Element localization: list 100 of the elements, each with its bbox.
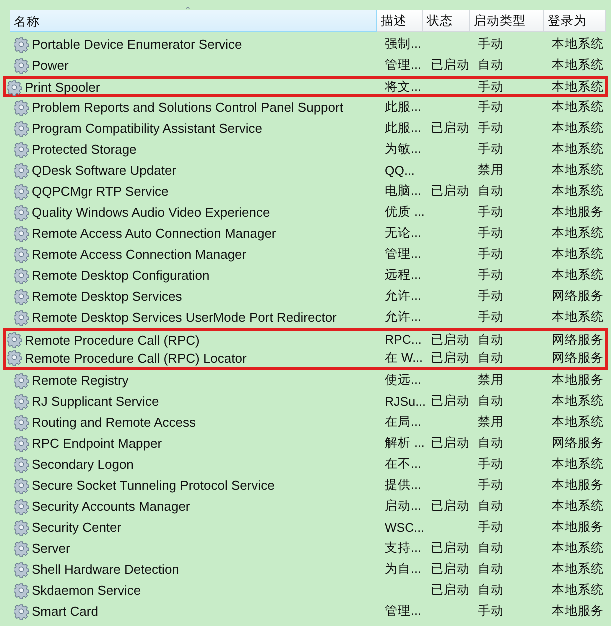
service-row[interactable]: Quality Windows Audio Video Experience 优质 ... 手动 本地服务 [10,202,611,223]
service-name: Remote Access Connection Manager [32,247,247,262]
service-row[interactable]: Power 管理... 已启动 自动 本地系统 [10,55,611,76]
logon-account: 网络服务 [552,289,604,303]
logon-account: 本地系统 [552,583,604,597]
service-row[interactable]: Server 支持... 已启动 自动 本地系统 [10,538,611,559]
gear-icon [14,268,30,284]
logon-account: 本地系统 [552,394,604,408]
service-status: 已启动 [431,583,470,597]
column-header[interactable]: 启动类型 [470,10,544,32]
startup-type: 手动 [478,121,504,135]
logon-account: 本地系统 [552,247,604,261]
startup-type: 自动 [478,184,504,198]
logon-account: 本地服务 [552,205,604,219]
service-row[interactable]: Remote Desktop Services UserMode Port Redirector 允许... 手动 本地系统 [10,307,611,328]
service-name: Remote Procedure Call (RPC) Locator [25,350,247,366]
startup-type: 手动 [478,457,504,471]
service-row[interactable]: QDesk Software Updater QQ... 禁用 本地系统 [10,160,611,181]
service-row[interactable]: RJ Supplicant Service RJSu... 已启动 自动 本地系统 [10,391,611,412]
service-name: Program Compatibility Assistant Service [32,121,262,136]
service-row[interactable]: QQPCMgr RTP Service 电脑... 已启动 自动 本地系统 [10,181,611,202]
service-name: Power [32,58,69,73]
gear-icon [14,142,30,158]
service-row[interactable]: Portable Device Enumerator Service 强制... 手动 本地系统 [10,34,611,55]
service-name: Smart Card [32,604,98,619]
service-name: Protected Storage [32,142,137,157]
column-header[interactable]: 状态 [423,10,470,32]
logon-account: 本地系统 [552,184,604,198]
column-header[interactable]: 登录为 [544,10,606,32]
gear-icon [14,436,30,452]
service-row[interactable]: Security Accounts Manager 启动... 已启动 自动 本地系统 [10,496,611,517]
service-name: QDesk Software Updater [32,163,177,178]
gear-icon [14,226,30,242]
gear-icon [14,120,30,136]
logon-account: 本地服务 [552,604,604,618]
logon-account: 网络服务 [552,332,604,346]
startup-type: 手动 [478,80,504,94]
service-row[interactable]: Remote Desktop Services 允许... 手动 网络服务 [10,286,611,307]
highlighted-row[interactable]: Print Spooler 将文... 手动 本地系统 [3,76,608,97]
logon-account: 本地系统 [552,415,604,429]
logon-account: 本地系统 [552,310,604,324]
gear-icon [14,246,30,262]
startup-type: 自动 [478,499,504,513]
service-row[interactable]: Protected Storage 为敏... 手动 本地系统 [10,139,611,160]
gear-icon [14,582,30,598]
service-description: WSC... [385,520,425,534]
startup-type: 自动 [478,350,504,364]
service-status: 已启动 [431,541,470,555]
service-description: 允许... [385,289,422,303]
service-description: 支持... [385,541,422,555]
gear-icon [14,540,30,556]
service-status: 已启动 [431,436,470,450]
service-row[interactable]: Remote Registry 使远... 禁用 本地服务 [10,370,611,391]
logon-account: 网络服务 [552,436,604,450]
gear-icon [7,80,23,96]
service-name: Remote Registry [32,373,129,388]
service-row[interactable]: Security Center WSC... 手动 本地服务 [10,517,611,538]
service-row[interactable]: Program Compatibility Assistant Service 此服... 已启动 手动 本地系统 [10,118,611,139]
startup-type: 手动 [478,604,504,618]
service-name: Remote Desktop Services UserMode Port Redirector [32,310,337,325]
logon-account: 网络服务 [552,350,604,364]
service-row[interactable]: Remote Desktop Configuration 远程... 手动 本地系统 [10,265,611,286]
gear-icon [14,456,30,472]
service-row[interactable]: Smart Card 管理... 手动 本地服务 [10,601,611,622]
service-name: RPC Endpoint Mapper [32,436,162,451]
service-name: Skdaemon Service [32,583,142,598]
service-row[interactable]: Secure Socket Tunneling Protocol Service 提供... 手动 本地服务 [10,475,611,496]
gear-icon [14,478,30,494]
logon-account: 本地系统 [552,58,604,72]
gear-icon [14,310,30,326]
logon-account: 本地系统 [552,226,604,240]
service-description: 强制... [385,37,422,51]
startup-type: 自动 [478,541,504,555]
service-name: Remote Procedure Call (RPC) [25,332,200,348]
service-row[interactable]: Remote Access Connection Manager 管理... 手动 本地系统 [10,244,611,265]
service-status: 已启动 [431,184,470,198]
service-status: 已启动 [431,58,470,72]
service-row[interactable]: Shell Hardware Detection 为自... 已启动 自动 本地系统 [10,559,611,580]
service-row[interactable]: Problem Reports and Solutions Control Panel Support 此服... 手动 本地系统 [10,97,611,118]
column-header[interactable]: 描述 [377,10,423,32]
logon-account: 本地系统 [552,100,604,114]
service-description: 电脑... [385,184,422,198]
service-description: 在局... [385,415,422,429]
service-name: Secondary Logon [32,457,134,472]
service-description: 此服... [385,100,422,114]
logon-account: 本地系统 [552,142,604,156]
service-row[interactable]: Skdaemon Service 已启动 自动 本地系统 [10,580,611,601]
gear-icon [14,100,30,116]
service-description: 将文... [385,80,422,94]
logon-account: 本地服务 [552,478,604,492]
startup-type: 禁用 [478,163,504,177]
highlighted-row[interactable]: Remote Procedure Call (RPC) Locator 在 W... 已启动 自动 网络服务 [3,349,608,370]
service-description: 管理... [385,58,422,72]
startup-type: 手动 [478,520,504,534]
service-row[interactable]: Secondary Logon 在不... 手动 本地系统 [10,454,611,475]
service-row[interactable]: Remote Access Auto Connection Manager 无论... 手动 本地系统 [10,223,611,244]
service-row[interactable]: Routing and Remote Access 在局... 禁用 本地系统 [10,412,611,433]
highlighted-row[interactable]: Remote Procedure Call (RPC) RPC... 已启动 自动 网络服务 [3,328,608,349]
logon-account: 本地系统 [552,541,604,555]
service-row[interactable]: RPC Endpoint Mapper 解析 ... 已启动 自动 网络服务 [10,433,611,454]
